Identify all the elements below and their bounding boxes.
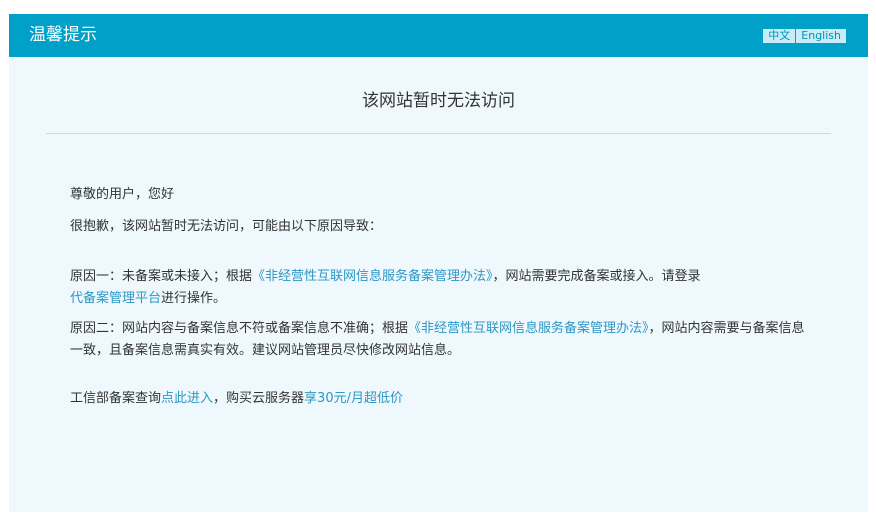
- divider: [46, 133, 831, 134]
- header-title: 温馨提示: [29, 25, 97, 45]
- reason-two: 原因二：网站内容与备案信息不符或备案信息不准确；根据《非经营性互联网信息服务备案…: [70, 318, 810, 362]
- lang-english-button[interactable]: English: [796, 29, 846, 43]
- law-link[interactable]: 《非经营性互联网信息服务备案管理办法》: [252, 269, 493, 284]
- footer-middle: ，购买云服务器: [213, 391, 305, 406]
- reason-one: 原因一：未备案或未接入；根据《非经营性互联网信息服务备案管理办法》，网站需要完成…: [70, 266, 810, 310]
- reason-one-suffix: 进行操作。: [161, 291, 227, 306]
- beian-query-link[interactable]: 点此进入: [161, 391, 213, 406]
- lang-chinese-button[interactable]: 中文: [763, 29, 796, 43]
- footer-prefix: 工信部备案查询: [70, 391, 162, 406]
- notice-panel: 温馨提示 中文 English 该网站暂时无法访问 尊敬的用户，您好 很抱歉，该…: [9, 14, 868, 512]
- footer-text: 工信部备案查询点此进入，购买云服务器享30元/月超低价: [70, 388, 810, 410]
- header-bar: 温馨提示 中文 English: [9, 14, 868, 57]
- law-link-2[interactable]: 《非经营性互联网信息服务备案管理办法》: [408, 321, 649, 336]
- page-title: 该网站暂时无法访问: [362, 91, 515, 111]
- language-switcher: 中文 English: [763, 29, 846, 43]
- reason-two-prefix: 原因二：网站内容与备案信息不符或备案信息不准确；根据: [70, 321, 409, 336]
- reason-one-prefix: 原因一：未备案或未接入；根据: [70, 269, 253, 284]
- server-promo-link[interactable]: 享30元/月超低价: [304, 391, 403, 406]
- greeting-text: 尊敬的用户，您好: [70, 187, 175, 202]
- intro-text: 很抱歉，该网站暂时无法访问，可能由以下原因导致：: [70, 219, 383, 234]
- reason-one-middle: ，网站需要完成备案或接入。请登录: [492, 269, 701, 284]
- platform-link[interactable]: 代备案管理平台: [70, 291, 161, 306]
